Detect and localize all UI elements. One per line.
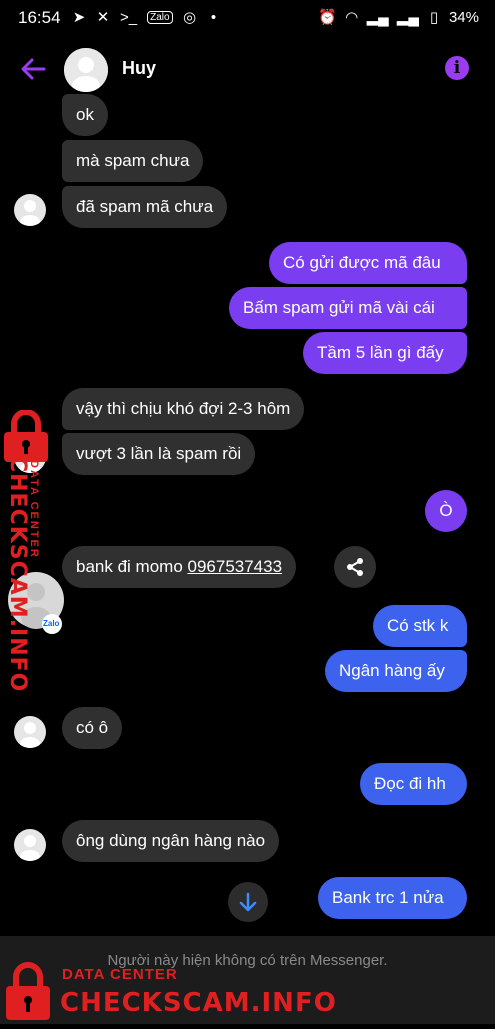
back-arrow-icon[interactable] [18, 54, 48, 84]
message-incoming[interactable]: đã spam mã chưa [62, 186, 228, 228]
message-outgoing[interactable]: Bấm spam gửi mã vài cái [229, 287, 467, 329]
sender-avatar [14, 829, 46, 861]
notification-icons: ➤ ✕ >_ Zalo ◎ • [72, 8, 221, 27]
message-incoming[interactable]: vậy thì chịu khó đợi 2-3 hôm [62, 388, 305, 430]
message-outgoing[interactable]: Có gửi được mã đâu [269, 242, 467, 284]
watermark-side-small: DATA CENTER [28, 460, 40, 559]
dot-icon: • [210, 8, 217, 26]
contact-name[interactable]: Huy [122, 58, 156, 79]
battery-icon: ▯ [429, 9, 439, 26]
zalo-icon: Zalo [147, 10, 173, 24]
message-text: bank đi momo [76, 557, 188, 576]
message-outgoing[interactable]: Ò [425, 490, 467, 532]
bolt-icon: ✕ [96, 9, 110, 26]
message-outgoing[interactable]: Ngân hàng ấy [325, 650, 467, 692]
message-outgoing[interactable]: Đọc đi hh [360, 763, 467, 805]
watermark-small-text: DATA CENTER [62, 966, 178, 983]
conversation-header: Huy i [0, 36, 495, 102]
battery-level: 34% [448, 8, 479, 26]
watermark-brand-text: CHECKSCAM.INFO [60, 988, 337, 1018]
alarm-icon: ⏰ [317, 9, 337, 26]
sender-avatar [14, 716, 46, 748]
signal-icon: ▂▄ [366, 9, 389, 26]
signal-2-icon: ▂▄ [396, 9, 419, 26]
sender-avatar [14, 194, 46, 226]
terminal-icon: >_ [120, 8, 138, 26]
message-incoming[interactable]: vượt 3 lần là spam rồi [62, 433, 256, 475]
info-icon[interactable]: i [445, 56, 469, 80]
watermark-side-text: CHECKSCAM.INFO [5, 456, 30, 693]
message-outgoing[interactable]: Tầm 5 lần gì đấy [303, 332, 467, 374]
message-outgoing[interactable]: Bank trc 1 nửa [318, 877, 467, 919]
telegram-icon: ➤ [72, 9, 86, 26]
wifi-icon: ◠ [345, 9, 359, 26]
contact-avatar[interactable] [64, 48, 108, 92]
message-incoming[interactable]: ông dùng ngân hàng nào [62, 820, 280, 862]
message-incoming[interactable]: mà spam chưa [62, 140, 204, 182]
message-incoming[interactable]: có ô [62, 707, 123, 749]
share-icon[interactable] [334, 546, 376, 588]
scroll-down-icon[interactable] [228, 882, 268, 922]
system-icons: ⏰ ◠ ▂▄ ▂▄ ▯ 34% [317, 8, 479, 27]
message-incoming[interactable]: ok [62, 94, 108, 136]
status-bar: 16:54 ➤ ✕ >_ Zalo ◎ • ⏰ ◠ ▂▄ ▂▄ ▯ 34% [0, 0, 495, 36]
message-outgoing[interactable]: Có stk k [373, 605, 467, 647]
phone-link[interactable]: 0967537433 [188, 557, 283, 576]
clock: 16:54 [18, 8, 61, 27]
message-incoming[interactable]: bank đi momo 0967537433 [62, 546, 297, 588]
messenger-icon: ◎ [183, 9, 197, 26]
